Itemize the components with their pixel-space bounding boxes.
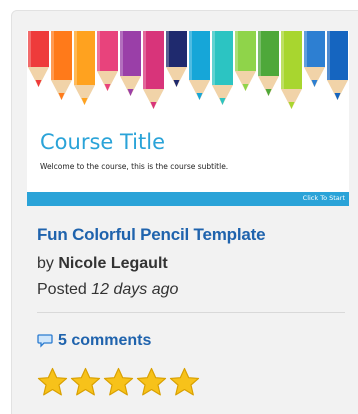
comments-link[interactable]: 5 comments [37,332,151,350]
template-thumbnail[interactable]: Course Title Welcome to the course, this… [27,31,349,206]
star-icon [37,367,68,396]
pencil [281,31,302,109]
by-prefix: by [37,255,54,272]
course-subtitle: Welcome to the course, this is the cours… [40,162,229,171]
pencil [327,31,348,100]
start-label: Click To Start [302,194,345,202]
pencil [258,31,279,96]
star-icon [136,367,167,396]
posted-prefix: Posted [37,281,87,298]
divider [37,312,345,313]
pencil [189,31,210,100]
posted-info: Posted 12 days ago [37,281,178,299]
star-rating [37,367,200,397]
pencil [304,31,325,87]
pencil [212,31,233,105]
template-title-link[interactable]: Fun Colorful Pencil Template [37,225,266,245]
pencil [120,31,141,96]
course-title: Course Title [40,130,165,154]
pencil [74,31,95,105]
star-icon [169,367,200,396]
pencil [97,31,118,91]
pencil [51,31,72,100]
star-icon [103,367,134,396]
colored-pencils-image [28,31,348,109]
pencil [166,31,187,87]
byline: by Nicole Legault [37,255,168,273]
speech-bubble-icon [37,334,53,348]
author-name: Nicole Legault [58,255,168,272]
pencil [28,31,49,87]
comments-count: 5 comments [58,332,152,349]
star-icon [70,367,101,396]
pencil [235,31,256,91]
pencil [143,31,164,109]
start-bar: Click To Start [27,192,349,206]
posted-time: 12 days ago [91,281,179,298]
